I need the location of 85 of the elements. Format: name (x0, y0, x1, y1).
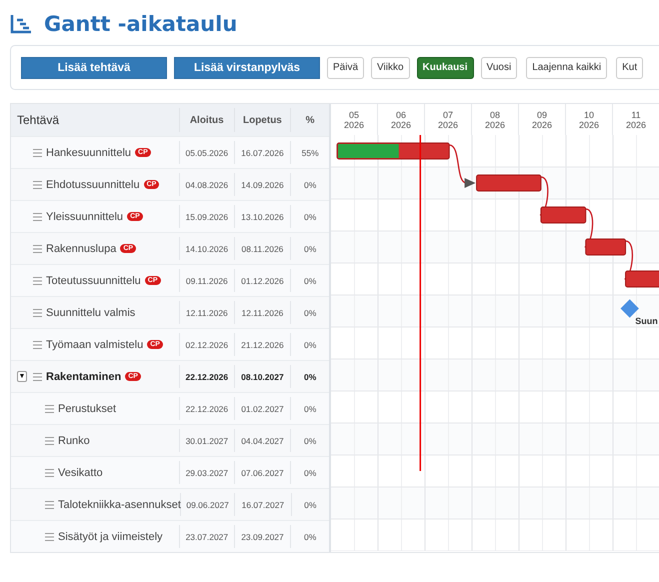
drag-handle-icon[interactable] (33, 276, 42, 284)
progress-percent: 0% (302, 274, 318, 288)
drag-handle-icon[interactable] (33, 244, 42, 252)
end-date: 21.12.2026 (234, 333, 292, 356)
start-date: 23.07.2027 (180, 525, 235, 548)
drag-handle-icon[interactable] (45, 500, 54, 508)
end-date: 12.11.2026 (234, 301, 292, 324)
view-button[interactable]: Kuukausi (416, 56, 474, 78)
task-name: Rakennuslupa (46, 242, 116, 254)
task-bar[interactable] (625, 270, 659, 288)
task-name: Sisätyöt ja viimeistely (58, 530, 163, 542)
end-date: 14.09.2026 (234, 173, 292, 196)
task-name: Hankesuunnittelu (46, 146, 132, 158)
view-button[interactable]: Viikko (371, 56, 410, 78)
toolbar-button[interactable]: Kut (616, 56, 644, 78)
end-date: 01.02.2027 (234, 397, 292, 420)
start-date: 22.12.2026 (180, 397, 235, 420)
progress-percent: 0% (303, 466, 318, 480)
start-date: 05.05.2026 (180, 141, 235, 164)
add-button[interactable]: Lisää virstanpylväs (174, 56, 320, 78)
end-date: 08.10.2027 (234, 365, 292, 388)
milestone-label: Suun (635, 316, 658, 326)
progress-percent: 55% (300, 146, 320, 160)
end-date: 16.07.2027 (235, 493, 292, 516)
progress-percent: 0% (303, 434, 318, 448)
progress-percent: 0% (302, 370, 318, 384)
task-bar[interactable] (336, 142, 450, 160)
task-name: Runko (58, 434, 90, 446)
progress-percent: 0% (303, 402, 318, 416)
gantt-icon (10, 14, 32, 34)
end-date: 08.11.2026 (234, 237, 292, 260)
progress-percent: 0% (303, 530, 318, 544)
start-date: 14.10.2026 (180, 237, 235, 260)
drag-handle-icon[interactable] (45, 468, 54, 476)
drag-handle-icon[interactable] (33, 212, 42, 220)
drag-handle-icon[interactable] (33, 308, 42, 316)
column-header: % (304, 114, 316, 128)
end-date: 23.09.2027 (234, 525, 292, 548)
task-bar[interactable] (585, 238, 626, 256)
drag-handle-icon[interactable] (33, 372, 42, 380)
task-name: Perustukset (58, 402, 116, 414)
start-date: 29.03.2027 (180, 461, 235, 484)
drag-handle-icon[interactable] (45, 436, 54, 444)
task-name: Suunnittelu valmis (46, 306, 136, 318)
start-date: 22.12.2026 (180, 365, 235, 388)
end-date: 13.10.2026 (234, 205, 292, 228)
task-name: Yleissuunnittelu (46, 210, 124, 222)
add-button[interactable]: Lisää tehtävä (21, 56, 167, 78)
progress-percent: 0% (302, 242, 318, 256)
progress-percent: 0% (302, 338, 318, 352)
start-date: 15.09.2026 (180, 205, 235, 228)
progress-percent: 0% (302, 210, 318, 224)
end-date: 01.12.2026 (234, 269, 292, 292)
column-header: Aloitus (180, 108, 235, 132)
task-name: Toteutussuunnittelu (46, 274, 141, 286)
progress-percent: 0% (303, 498, 318, 512)
start-date: 09.06.2027 (181, 493, 236, 516)
task-name: Talotekniikka-asennukset (58, 498, 181, 510)
start-date: 04.08.2026 (180, 173, 235, 196)
progress-percent: 0% (302, 178, 318, 192)
task-bar[interactable] (540, 206, 586, 224)
task-name: Vesikatto (58, 466, 103, 478)
end-date: 04.04.2027 (234, 429, 292, 452)
end-date: 07.06.2027 (234, 461, 292, 484)
task-name: Työmaan valmistelu (46, 338, 144, 350)
start-date: 02.12.2026 (180, 333, 235, 356)
view-button[interactable]: Päivä (327, 56, 364, 78)
start-date: 30.01.2027 (180, 429, 235, 452)
drag-handle-icon[interactable] (45, 404, 54, 412)
end-date: 16.07.2026 (234, 141, 292, 164)
task-bar[interactable] (476, 174, 542, 192)
task-name: Ehdotussuunnittelu (46, 178, 140, 190)
drag-handle-icon[interactable] (45, 532, 54, 540)
drag-handle-icon[interactable] (33, 148, 42, 156)
column-header: Tehtävä (11, 108, 180, 132)
start-date: 09.11.2026 (180, 269, 235, 292)
drag-handle-icon[interactable] (33, 340, 42, 348)
page-title: Gantt -aikataulu (44, 12, 238, 36)
drag-handle-icon[interactable] (33, 180, 42, 188)
column-header: Lopetus (234, 108, 292, 132)
task-name: Rakentaminen (46, 370, 122, 382)
start-date: 12.11.2026 (180, 301, 235, 324)
progress-percent: 0% (302, 306, 318, 320)
view-button[interactable]: Vuosi (480, 56, 518, 78)
toolbar-button[interactable]: Laajenna kaikki (526, 56, 608, 78)
